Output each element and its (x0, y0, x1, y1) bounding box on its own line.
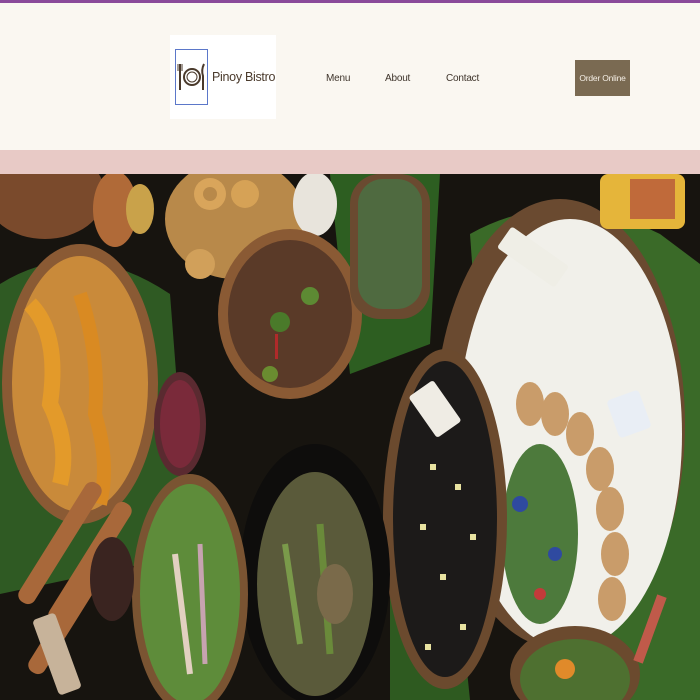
order-online-button[interactable]: Order Online (575, 60, 630, 96)
logo-text: Pinoy Bistro (212, 70, 276, 84)
decorative-band (0, 150, 700, 174)
nav-about-link[interactable]: About (385, 73, 410, 84)
logo[interactable]: Pinoy Bistro (170, 35, 276, 119)
plate-fork-knife-icon (175, 49, 208, 105)
nav-contact-link[interactable]: Contact (446, 73, 479, 84)
nav-menu-link[interactable]: Menu (326, 73, 350, 84)
hero-food-image (0, 174, 700, 700)
site-header: Pinoy Bistro Menu About Contact Order On… (0, 3, 700, 150)
